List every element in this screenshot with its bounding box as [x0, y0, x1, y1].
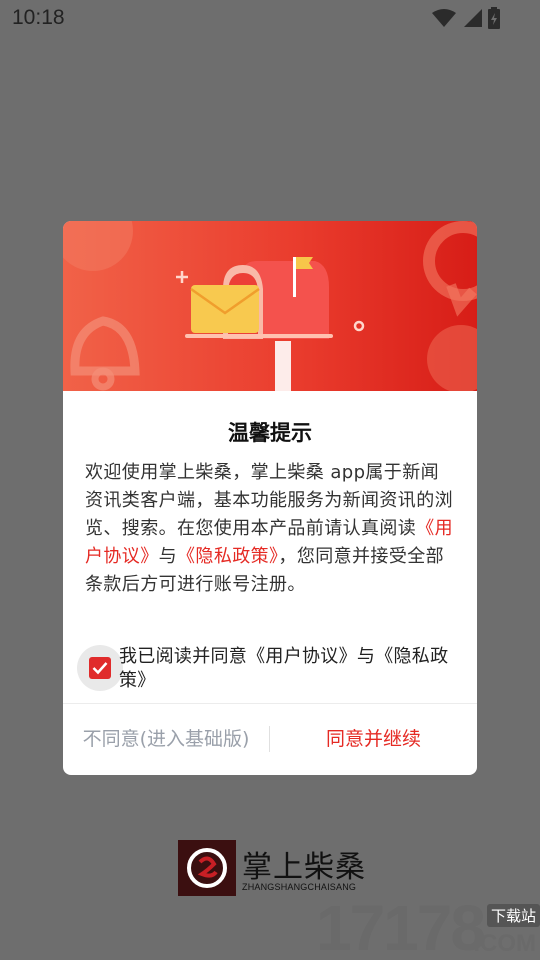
consent-checkbox[interactable]	[89, 657, 111, 679]
logo-icon	[187, 848, 227, 888]
battery-icon	[488, 7, 500, 29]
brand-name: 掌上柴桑	[242, 850, 366, 885]
disagree-button[interactable]: 不同意(进入基础版)	[63, 704, 269, 775]
watermark-tag: 下载站	[486, 904, 540, 927]
wifi-icon	[432, 8, 456, 28]
body-text-part1: 欢迎使用掌上柴桑，掌上柴桑 app属于新闻资讯类客户端，基本功能服务为新闻资讯的…	[85, 462, 453, 539]
dialog-title: 温馨提示	[228, 421, 312, 445]
app-logo	[178, 840, 236, 896]
mailbox-illustration	[63, 221, 477, 391]
consent-label[interactable]: 我已阅读并同意《用户协议》与《隐私政策》	[119, 645, 459, 693]
privacy-dialog: 温馨提示 欢迎使用掌上柴桑，掌上柴桑 app属于新闻资讯类客户端，基本功能服务为…	[63, 221, 477, 775]
app-brand: 掌上柴桑 ZHANGSHANGCHAISANG	[178, 840, 378, 900]
status-time: 10:18	[12, 6, 65, 29]
check-icon	[92, 662, 108, 675]
dialog-banner	[63, 221, 477, 391]
watermark-number: 17178	[316, 892, 486, 960]
status-bar: 10:18	[0, 0, 540, 36]
status-icons	[432, 7, 500, 29]
site-watermark: 17178 下载站 .COM	[316, 896, 540, 960]
body-text-part2: 与	[158, 546, 178, 567]
watermark-domain: .COM	[473, 930, 536, 957]
brand-subtitle: ZHANGSHANGCHAISANG	[242, 882, 357, 892]
consent-row: 我已阅读并同意《用户协议》与《隐私政策》	[77, 645, 467, 697]
dialog-body: 欢迎使用掌上柴桑，掌上柴桑 app属于新闻资讯类客户端，基本功能服务为新闻资讯的…	[85, 459, 457, 599]
privacy-policy-link[interactable]: 《隐私政策》	[177, 546, 278, 567]
consent-checkbox-wrapper[interactable]	[77, 645, 123, 691]
signal-icon	[462, 8, 482, 28]
agree-button[interactable]: 同意并继续	[270, 704, 477, 775]
